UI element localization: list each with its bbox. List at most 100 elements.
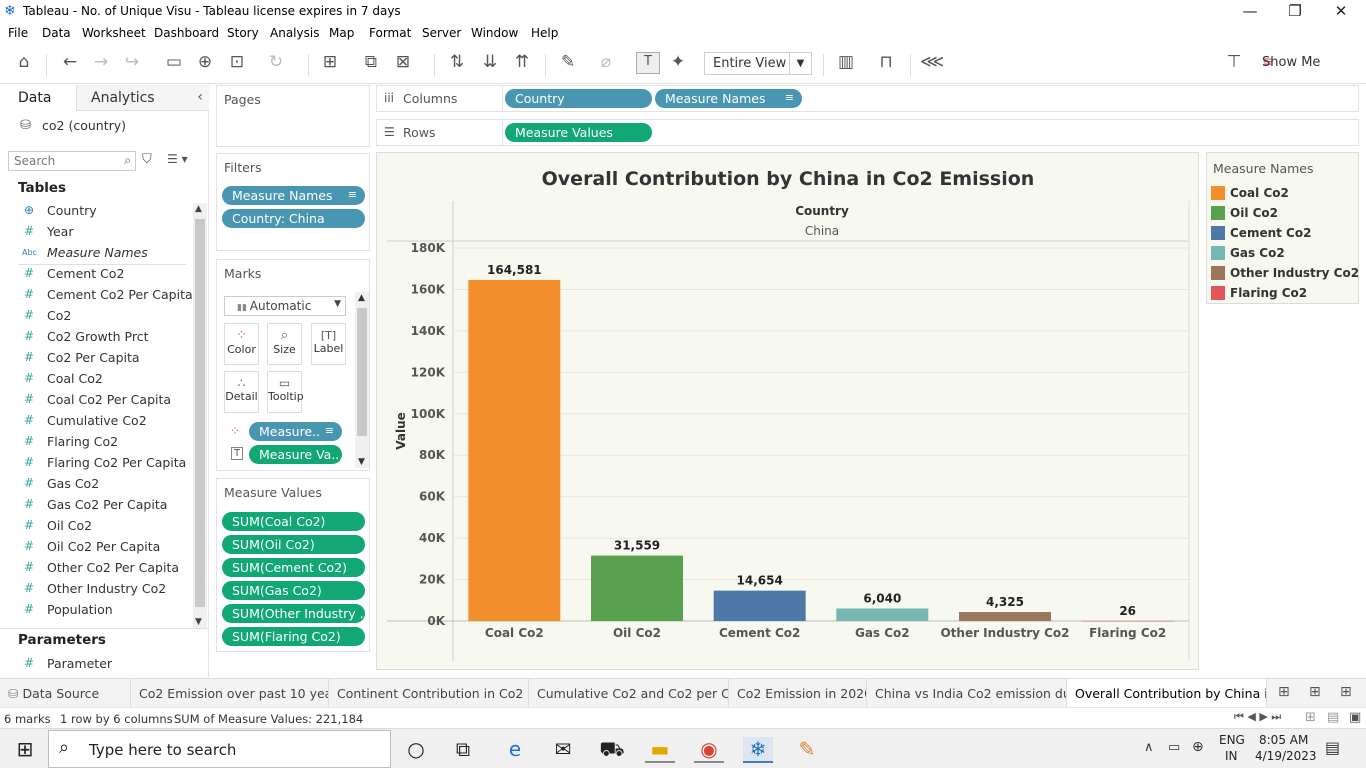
- save-icon[interactable]: ▭: [162, 52, 186, 72]
- menu-server[interactable]: Server: [422, 26, 461, 40]
- field-item[interactable]: # Co2 Growth Prct: [0, 327, 195, 348]
- tab-sheet[interactable]: China vs India Co2 emission due...: [867, 679, 1067, 708]
- file-explorer-icon[interactable]: ▬: [645, 737, 675, 763]
- field-item[interactable]: # Flaring Co2 Per Capita: [0, 453, 195, 474]
- field-item[interactable]: # Gas Co2 Per Capita: [0, 495, 195, 516]
- columns-pill-country[interactable]: Country: [505, 89, 652, 108]
- marks-scrollbar[interactable]: ▲ ▼: [355, 292, 369, 468]
- scroll-up-icon[interactable]: ▲: [195, 204, 202, 214]
- chrome-icon[interactable]: ◉: [694, 737, 724, 763]
- sheet-navigation-icon[interactable]: ⏮ ◀ ▶ ⏭: [1234, 710, 1281, 724]
- field-item[interactable]: # Other Co2 Per Capita: [0, 558, 195, 579]
- color-button[interactable]: ⁘ Color: [224, 323, 259, 365]
- input-language[interactable]: ENG: [1219, 733, 1245, 747]
- filter-pill-country[interactable]: Country: China: [222, 209, 365, 228]
- field-item[interactable]: # Co2: [0, 306, 195, 327]
- tab-sheet[interactable]: Continent Contribution in Co2 E...: [329, 679, 529, 708]
- input-region[interactable]: IN: [1225, 749, 1238, 763]
- new-datasource-icon[interactable]: ⊕: [193, 52, 217, 72]
- duplicate-sheet-icon[interactable]: ⧉: [359, 52, 383, 72]
- scroll-thumb[interactable]: [357, 308, 367, 436]
- tab-data[interactable]: Data: [0, 85, 76, 111]
- menu-story[interactable]: Story: [227, 26, 259, 40]
- tab-sheet[interactable]: Cumulative Co2 and Co2 per Ca...: [529, 679, 729, 708]
- field-item[interactable]: # Year: [0, 222, 195, 243]
- menu-file[interactable]: File: [8, 26, 28, 40]
- bar[interactable]: [836, 608, 929, 621]
- bar[interactable]: [1081, 620, 1174, 622]
- tab-sheet[interactable]: Co2 Emission in 2020: [729, 679, 867, 708]
- menu-data[interactable]: Data: [42, 26, 71, 40]
- sort-ascending-icon[interactable]: ⇊: [478, 52, 502, 72]
- field-item[interactable]: # Cement Co2: [0, 264, 195, 285]
- paint-icon[interactable]: ✎: [792, 737, 822, 761]
- collapse-pane-icon[interactable]: ‹: [197, 89, 203, 105]
- tab-data-source[interactable]: ⛁ Data Source: [0, 679, 131, 708]
- field-search[interactable]: ⌕: [8, 151, 136, 171]
- highlight-icon[interactable]: ✎: [556, 52, 580, 72]
- presentation-mode-icon[interactable]: ⊓: [874, 52, 898, 72]
- field-item[interactable]: # Coal Co2: [0, 369, 195, 390]
- tableau-taskbar-icon[interactable]: ❄: [743, 737, 773, 763]
- field-item[interactable]: # Oil Co2: [0, 516, 195, 537]
- show-hidden-icons-icon[interactable]: ∧: [1144, 740, 1154, 755]
- new-worksheet-icon[interactable]: ⊞: [318, 52, 342, 72]
- scroll-down-icon[interactable]: ▼: [195, 617, 202, 627]
- bar[interactable]: [959, 612, 1051, 621]
- menu-map[interactable]: Map: [329, 26, 354, 40]
- label-button[interactable]: [T] Label: [311, 323, 346, 365]
- size-button[interactable]: ⌕ Size: [267, 323, 302, 365]
- replay-icon[interactable]: ↪: [120, 52, 144, 72]
- rows-pill-measure-values[interactable]: Measure Values: [505, 123, 652, 142]
- format-painter-icon[interactable]: ⊤: [1222, 52, 1246, 72]
- pages-card[interactable]: Pages: [216, 85, 370, 147]
- show-mark-labels-icon[interactable]: T: [636, 52, 660, 74]
- menu-worksheet[interactable]: Worksheet: [82, 26, 146, 40]
- view-options-icon[interactable]: ☰ ▾: [167, 152, 188, 166]
- measure-values-pill-oil[interactable]: SUM(Oil Co2): [222, 535, 365, 554]
- scroll-up-icon[interactable]: ▲: [358, 293, 365, 303]
- filmstrip-view-icon[interactable]: ▤: [1327, 710, 1339, 725]
- group-members-icon[interactable]: ⌀: [594, 52, 618, 72]
- grid-view-icon[interactable]: ⊞: [1305, 710, 1316, 725]
- tab-analytics[interactable]: Analytics ‹: [76, 85, 209, 111]
- filter-icon[interactable]: ⛉: [142, 152, 152, 167]
- home-icon[interactable]: ⌂: [12, 52, 36, 72]
- menu-dashboard[interactable]: Dashboard: [154, 26, 219, 40]
- marks-pill-measure-values[interactable]: Measure Va..: [249, 445, 342, 464]
- menu-analysis[interactable]: Analysis: [270, 26, 319, 40]
- battery-icon[interactable]: ▭: [1168, 740, 1180, 755]
- refresh-icon[interactable]: ↻: [264, 52, 288, 72]
- clock-date[interactable]: 4/19/2023: [1255, 749, 1317, 763]
- field-item[interactable]: ⊕ Country: [0, 201, 195, 222]
- pause-updates-icon[interactable]: ⊡: [225, 52, 249, 72]
- search-input[interactable]: [9, 152, 117, 170]
- mark-type-dropdown[interactable]: ▮▮ Automatic ▼: [224, 296, 346, 316]
- notifications-icon[interactable]: ▤: [1325, 738, 1340, 757]
- bar[interactable]: [713, 590, 806, 621]
- clock-time[interactable]: 8:05 AM: [1259, 733, 1308, 747]
- column-header-value[interactable]: China: [805, 224, 839, 238]
- task-view-icon[interactable]: ⧉: [448, 737, 478, 761]
- taskbar-search[interactable]: ⌕ Type here to search: [48, 730, 391, 768]
- rows-shelf[interactable]: ☰ Rows Measure Values: [376, 119, 1359, 146]
- menu-help[interactable]: Help: [531, 26, 558, 40]
- field-item[interactable]: Abc Measure Names: [0, 243, 195, 264]
- show-me-button[interactable]: Show Me: [1262, 55, 1320, 70]
- field-item[interactable]: # Cement Co2 Per Capita: [0, 285, 195, 306]
- fix-axes-icon[interactable]: ✦: [666, 52, 690, 72]
- field-scrollbar[interactable]: ▲ ▼: [193, 203, 207, 628]
- measure-values-pill-other-industry[interactable]: SUM(Other Industry ..: [222, 604, 365, 623]
- field-item[interactable]: # Flaring Co2: [0, 432, 195, 453]
- edge-icon[interactable]: e: [500, 737, 530, 761]
- minimize-icon[interactable]: —: [1235, 2, 1265, 20]
- detail-button[interactable]: ∴ Detail: [224, 371, 259, 413]
- store-icon[interactable]: ⛟: [597, 737, 627, 764]
- new-story-icon[interactable]: ⊞: [1340, 684, 1352, 700]
- field-item[interactable]: # Gas Co2: [0, 474, 195, 495]
- windows-start-icon[interactable]: ⊞: [10, 737, 40, 761]
- field-item-parameter[interactable]: # Parameter: [0, 654, 195, 675]
- tabs-view-icon[interactable]: ▣: [1349, 710, 1361, 725]
- restore-icon[interactable]: ❐: [1280, 2, 1310, 20]
- field-item[interactable]: # Oil Co2 Per Capita: [0, 537, 195, 558]
